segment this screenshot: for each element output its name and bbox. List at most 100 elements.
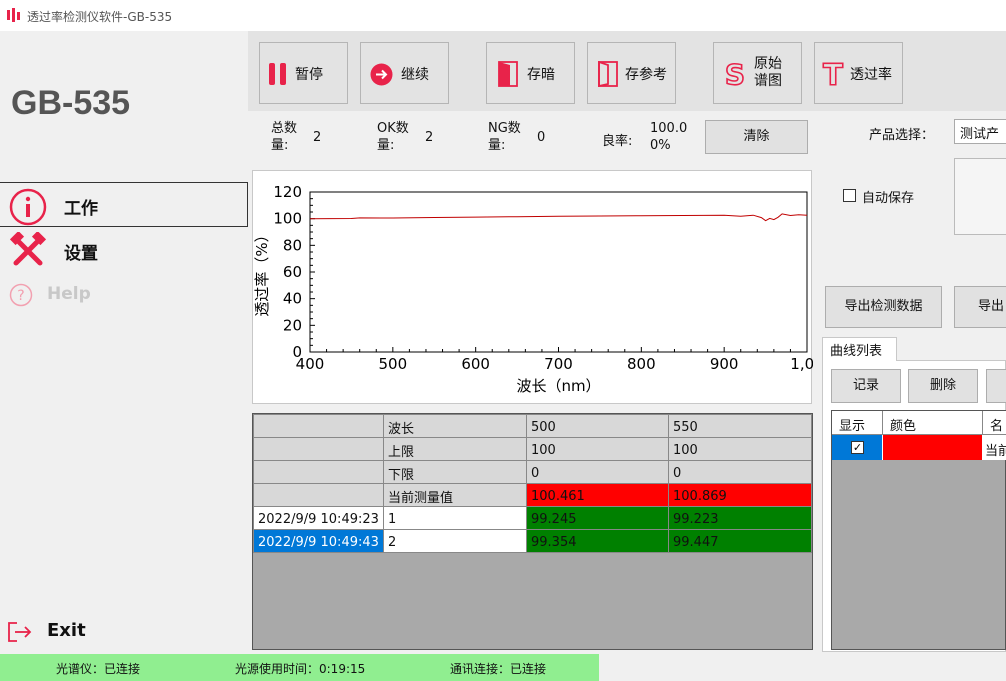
- sidebar-item-settings[interactable]: 设置: [0, 228, 248, 273]
- curve-show-checkbox[interactable]: ✓: [851, 441, 864, 454]
- curve-table: 显示 颜色 名 ✓ 当前: [831, 410, 1006, 650]
- table-cell[interactable]: 2022/9/9 10:49:43: [253, 529, 384, 553]
- table-cell[interactable]: 当前测量值: [383, 483, 527, 507]
- sidebar-item-label: Help: [47, 284, 91, 304]
- side-panel-button[interactable]: [954, 158, 1006, 235]
- sidebar-item-help[interactable]: ? Help: [0, 273, 248, 318]
- table-cell[interactable]: 100.461: [526, 483, 669, 507]
- table-row[interactable]: 波长 500 550: [253, 414, 812, 438]
- record-button[interactable]: 记录: [831, 369, 901, 403]
- delete-button[interactable]: 删除: [908, 369, 978, 403]
- sidebar-item-label: 设置: [64, 244, 98, 264]
- yield-value: 100.0 0%: [650, 121, 688, 153]
- curve-row[interactable]: ✓ 当前: [832, 435, 1006, 460]
- x-tick-label: 900: [710, 355, 739, 373]
- table-cell[interactable]: 下限: [383, 460, 527, 484]
- resume-button[interactable]: 继续: [360, 42, 449, 104]
- svg-text:T: T: [823, 60, 843, 88]
- table-cell[interactable]: 99.245: [526, 506, 669, 530]
- table-cell[interactable]: 100: [526, 437, 669, 461]
- tools-icon: [9, 232, 47, 266]
- auto-save-label: 自动保存: [862, 191, 915, 206]
- sidebar-item-label: 工作: [64, 199, 98, 219]
- transmittance-label: 透过率: [850, 67, 892, 83]
- letter-t-icon: T: [822, 60, 844, 88]
- pause-button[interactable]: 暂停: [259, 42, 348, 104]
- export-data-button[interactable]: 导出检测数据: [825, 286, 942, 328]
- window-title: 透过率检测仪软件-GB-535: [27, 10, 173, 24]
- y-tick-label: 40: [283, 290, 302, 308]
- clear-button[interactable]: 清除: [705, 120, 808, 154]
- table-cell[interactable]: 99.354: [526, 529, 669, 553]
- table-row[interactable]: 2022/9/9 10:49:23 1 99.245 99.223: [253, 506, 812, 530]
- series-line: [309, 213, 808, 222]
- x-tick-label: 1,00: [790, 355, 813, 373]
- exit-label: Exit: [47, 620, 86, 641]
- exit-button[interactable]: Exit: [0, 612, 248, 650]
- table-cell[interactable]: 100.869: [668, 483, 812, 507]
- x-tick-label: 500: [379, 355, 408, 373]
- transmittance-button[interactable]: T 透过率: [814, 42, 903, 104]
- table-cell[interactable]: 1: [383, 506, 527, 530]
- col-header-color: 颜色: [890, 419, 917, 434]
- product-select-dropdown[interactable]: 测试产: [954, 119, 1006, 144]
- table-cell[interactable]: 500: [526, 414, 669, 438]
- table-cell[interactable]: [253, 483, 384, 507]
- table-cell[interactable]: [253, 460, 384, 484]
- export-button-2[interactable]: 导出: [954, 286, 1006, 328]
- curve-table-header: 显示 颜色 名: [832, 411, 1006, 435]
- y-tick-label: 60: [283, 263, 302, 281]
- yield-label: 良率:: [602, 134, 633, 149]
- app-logo-icon: [7, 8, 20, 22]
- exit-icon: [8, 622, 32, 642]
- table-cell[interactable]: 99.447: [668, 529, 812, 553]
- table-cell[interactable]: 0: [526, 460, 669, 484]
- total-count-value: 2: [313, 130, 322, 145]
- col-divider: [882, 411, 883, 435]
- help-icon: ?: [9, 283, 33, 307]
- svg-text:?: ?: [17, 288, 24, 304]
- more-button[interactable]: [986, 369, 1006, 403]
- tab-curve-list[interactable]: 曲线列表: [822, 337, 897, 361]
- table-row[interactable]: 下限 0 0: [253, 460, 812, 484]
- table-cell[interactable]: [253, 437, 384, 461]
- table-cell[interactable]: 波长: [383, 414, 527, 438]
- status-bar: 光谱仪：已连接 光源使用时间：0:19:15 通讯连接：已连接: [0, 654, 599, 681]
- table-cell[interactable]: [253, 414, 384, 438]
- table-cell[interactable]: 550: [668, 414, 812, 438]
- x-tick-label: 600: [461, 355, 490, 373]
- curve-show-cell[interactable]: ✓: [832, 435, 882, 460]
- save-reference-button[interactable]: 存参考: [587, 42, 676, 104]
- status-spectrometer: 光谱仪：已连接: [56, 662, 141, 676]
- save-dark-button[interactable]: 存暗: [486, 42, 575, 104]
- measurement-grid: 波长 500 550 上限 100 100 下限 0 0 当前测量值 100.461 100.869 2…: [253, 414, 812, 553]
- table-row[interactable]: 2022/9/9 10:49:43 2 99.354 99.447: [253, 529, 812, 553]
- table-row[interactable]: 当前测量值 100.461 100.869: [253, 483, 812, 507]
- auto-save-checkbox[interactable]: [843, 189, 856, 202]
- sidebar-item-work[interactable]: 工作: [0, 182, 248, 227]
- table-cell[interactable]: 2022/9/9 10:49:23: [253, 506, 384, 530]
- curve-color-swatch: [883, 435, 982, 460]
- x-tick-label: 700: [544, 355, 573, 373]
- status-light-time: 光源使用时间：0:19:15: [235, 662, 366, 676]
- ok-count-value: 2: [425, 130, 434, 145]
- raw-spectrum-button[interactable]: S 原始 谱图: [713, 42, 802, 104]
- y-tick-label: 120: [273, 183, 302, 201]
- pause-icon: [269, 63, 286, 85]
- y-tick-label: 100: [273, 210, 302, 228]
- table-cell[interactable]: 100: [668, 437, 812, 461]
- door-open-icon: [598, 61, 618, 87]
- save-reference-label: 存参考: [625, 67, 667, 83]
- col-divider: [982, 411, 983, 435]
- table-cell[interactable]: 上限: [383, 437, 527, 461]
- col-header-show: 显示: [839, 419, 866, 434]
- brand-title: GB-535: [11, 84, 131, 122]
- col-header-name: 名: [990, 419, 1004, 434]
- letter-s-icon: S: [724, 60, 746, 88]
- table-cell[interactable]: 2: [383, 529, 527, 553]
- curve-name: 当前: [985, 444, 1006, 459]
- ng-count-label: NG数 量:: [488, 121, 521, 153]
- table-cell[interactable]: 99.223: [668, 506, 812, 530]
- table-cell[interactable]: 0: [668, 460, 812, 484]
- table-row[interactable]: 上限 100 100: [253, 437, 812, 461]
